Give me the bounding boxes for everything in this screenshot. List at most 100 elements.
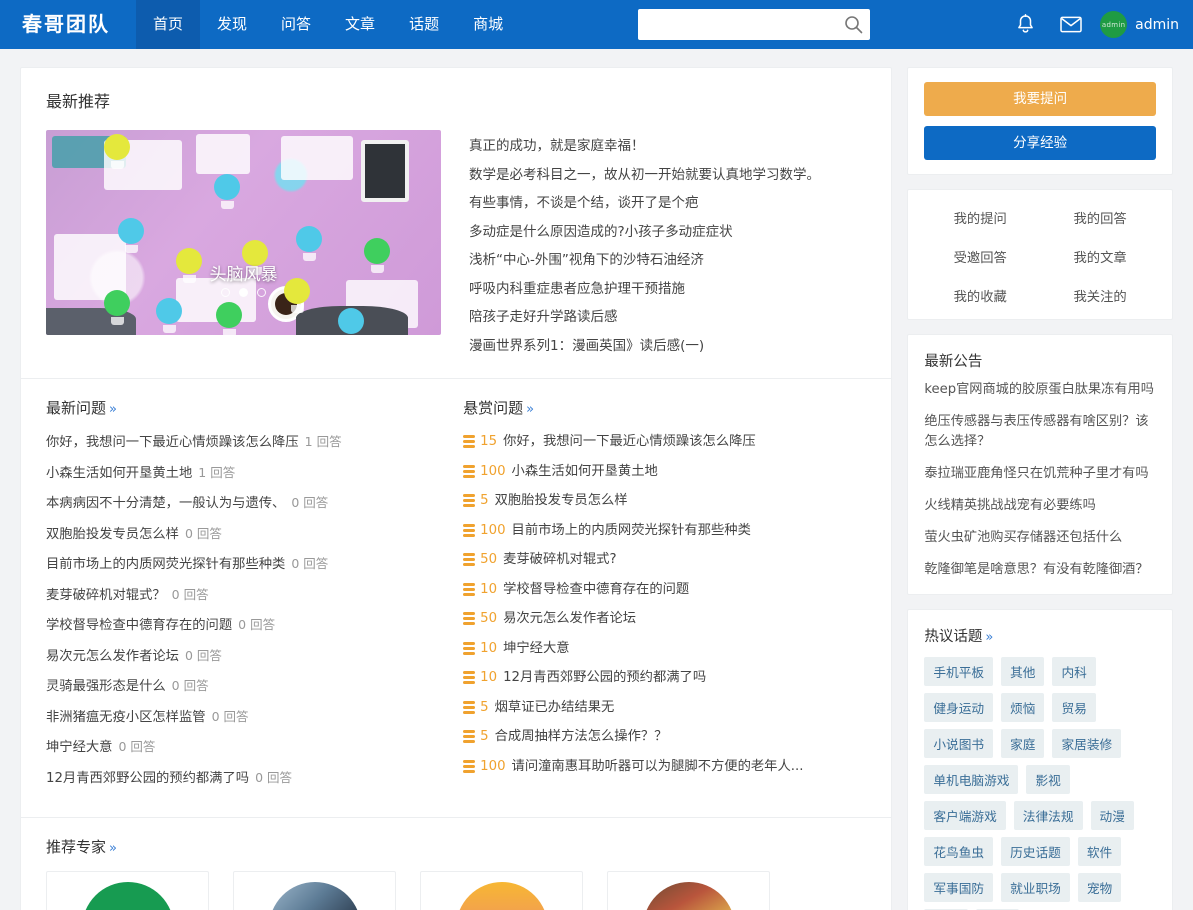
list-item[interactable]: 50 易次元怎么发作者论坛	[463, 604, 866, 634]
coin-stack-icon	[463, 700, 476, 714]
more-arrow-icon[interactable]: »	[526, 402, 534, 417]
topic-tag[interactable]: 就业职场	[1001, 873, 1070, 902]
list-item[interactable]: 50 麦芽破碎机对辊式?	[463, 545, 866, 575]
username-label: admin	[1135, 16, 1179, 33]
topic-tag[interactable]: 贸易	[1052, 693, 1096, 722]
list-item[interactable]: 绝压传感器与表压传感器有啥区别？该怎么选择？	[924, 412, 1156, 452]
list-item[interactable]: 萤火虫矿池购买存储器还包括什么	[924, 528, 1156, 548]
nav-item-discover[interactable]: 发现	[200, 0, 264, 49]
topic-tag[interactable]: 军事国防	[924, 873, 994, 902]
list-item[interactable]: 小森生活如何开垦黄土地 1 回答	[46, 458, 456, 489]
carousel-dot-1[interactable]	[221, 288, 230, 297]
hot-topics-title: 热议话题»	[924, 625, 1156, 646]
sidebar-link-invited-answers[interactable]: 受邀回答	[920, 247, 1040, 266]
expert-card[interactable]	[46, 871, 209, 910]
list-item[interactable]: keep官网商城的胶原蛋白肽果冻有用吗	[924, 380, 1156, 400]
list-item[interactable]: 5 合成周抽样方法怎么操作？？	[463, 722, 866, 752]
topic-tag[interactable]: 小说图书	[924, 729, 994, 758]
expert-card[interactable]	[607, 871, 770, 910]
list-item[interactable]: 你好，我想问一下最近心情烦躁该怎么降压 1 回答	[46, 427, 456, 458]
list-item[interactable]: 双胞胎投发专员怎么样 0 回答	[46, 519, 456, 550]
list-item[interactable]: 有些事情，不谈是个结，谈开了是个疤	[469, 189, 866, 218]
topic-tag[interactable]: 法律法规	[1013, 801, 1083, 830]
list-item[interactable]: 100 目前市场上的内质网荧光探针有那些种类	[463, 516, 866, 546]
market-avatar	[642, 882, 735, 910]
expert-card[interactable]	[420, 871, 583, 910]
list-item[interactable]: 100 小森生活如何开垦黄土地	[463, 457, 866, 487]
topic-tag[interactable]: 软件	[1077, 837, 1122, 866]
topic-tag[interactable]: 宠物	[1077, 873, 1122, 902]
list-item[interactable]: 15 你好，我想问一下最近心情烦躁该怎么降压	[463, 427, 866, 457]
list-item[interactable]: 乾隆御笔是啥意思？有没有乾隆御酒？	[924, 560, 1156, 580]
list-item[interactable]: 5 双胞胎投发专员怎么样	[463, 486, 866, 516]
answer-count: 0 回答	[211, 708, 249, 724]
topic-tag[interactable]: 家庭	[1001, 729, 1045, 758]
list-item[interactable]: 漫画世界系列1：漫画英国》读后感(一)	[469, 332, 866, 361]
list-item[interactable]: 5 烟草证已办结结果无	[463, 693, 866, 723]
topic-tag[interactable]: 花鸟鱼虫	[924, 837, 994, 866]
user-menu[interactable]: admin admin	[1100, 11, 1179, 38]
nav-item-shop[interactable]: 商城	[456, 0, 520, 49]
list-item[interactable]: 本病病因不十分清楚，一般认为与遗传、 0 回答	[46, 488, 456, 519]
list-item[interactable]: 10 12月青西郊野公园的预约都满了吗	[463, 663, 866, 693]
coin-stack-icon	[463, 523, 476, 537]
nav-item-home[interactable]: 首页	[136, 0, 201, 49]
topic-tag[interactable]: 动漫	[1090, 801, 1134, 830]
list-item[interactable]: 陪孩子走好升学路读后感	[469, 303, 866, 332]
list-item[interactable]: 多动症是什么原因造成的?小孩子多动症症状	[469, 218, 866, 247]
search-icon[interactable]	[844, 15, 863, 34]
search-input[interactable]	[638, 9, 870, 40]
list-item[interactable]: 数学是必考科目之一，故从初一开始就要认真地学习数学。	[469, 161, 866, 190]
list-item[interactable]: 火线精英挑战战宠有必要练吗	[924, 496, 1156, 516]
latest-questions-title: 最新问题»	[46, 397, 456, 418]
more-arrow-icon[interactable]: »	[109, 841, 117, 856]
list-item[interactable]: 10 学校督导检查中德育存在的问题	[463, 575, 866, 605]
list-item[interactable]: 学校督导检查中德育存在的问题 0 回答	[46, 610, 456, 641]
expert-card[interactable]	[233, 871, 396, 910]
list-item[interactable]: 非洲猪瘟无疫小区怎样监管 0 回答	[46, 702, 456, 733]
list-item[interactable]: 10 坤宁经大意	[463, 634, 866, 664]
list-item[interactable]: 泰拉瑞亚鹿角怪只在饥荒种子里才有吗	[924, 464, 1156, 484]
list-item[interactable]: 呼吸内科重症患者应急护理干预措施	[469, 275, 866, 304]
carousel-dot-2[interactable]	[239, 288, 248, 297]
list-item[interactable]: 易次元怎么发作者论坛 0 回答	[46, 641, 456, 672]
topic-tag[interactable]: 客户端游戏	[924, 801, 1006, 830]
topic-tag[interactable]: 其他	[1001, 657, 1045, 686]
share-experience-button[interactable]: 分享经验	[924, 126, 1156, 160]
envelope-icon[interactable]	[1048, 0, 1094, 49]
answer-count: 0 回答	[291, 556, 329, 571]
list-item[interactable]: 麦芽破碎机对辊式？ 0 回答	[46, 580, 456, 611]
list-item[interactable]: 12月青西郊野公园的预约都满了吗 0 回答	[46, 763, 456, 794]
more-arrow-icon[interactable]: »	[109, 402, 117, 417]
site-brand[interactable]: 春哥团队	[0, 0, 136, 49]
topic-tag[interactable]: 家居装修	[1052, 729, 1122, 758]
topic-tag[interactable]: 单机电脑游戏	[924, 765, 1019, 794]
sidebar-link-following[interactable]: 我关注的	[1040, 286, 1160, 305]
topic-tag[interactable]: 影视	[1026, 765, 1070, 794]
carousel-dot-3[interactable]	[257, 288, 266, 297]
sidebar-link-my-articles[interactable]: 我的文章	[1040, 247, 1160, 266]
list-item[interactable]: 目前市场上的内质网荧光探针有那些种类 0 回答	[46, 549, 456, 580]
sidebar-link-my-answers[interactable]: 我的回答	[1040, 208, 1160, 227]
topic-tag[interactable]: 手机平板	[924, 657, 994, 686]
sidebar-link-my-questions[interactable]: 我的提问	[920, 208, 1040, 227]
more-arrow-icon[interactable]: »	[985, 630, 993, 645]
nav-item-qa[interactable]: 问答	[264, 0, 328, 49]
ask-question-button[interactable]: 我要提问	[924, 82, 1156, 116]
nav-item-articles[interactable]: 文章	[328, 0, 392, 49]
list-item[interactable]: 灵骑最强形态是什么 0 回答	[46, 671, 456, 702]
recommend-banner[interactable]: 头脑风暴	[46, 130, 441, 335]
bell-icon[interactable]	[1002, 0, 1048, 49]
list-item[interactable]: 100 请问潼南惠耳助听器可以为腿脚不方便的老年人...	[463, 752, 866, 782]
nav-item-topics[interactable]: 话题	[392, 0, 456, 49]
list-item[interactable]: 坤宁经大意 0 回答	[46, 732, 456, 763]
topic-tag[interactable]: 健身运动	[924, 693, 994, 722]
topic-tag[interactable]: 烦恼	[1001, 693, 1045, 722]
sidebar-link-my-favorites[interactable]: 我的收藏	[920, 286, 1040, 305]
answer-count: 0 回答	[171, 586, 209, 602]
question-title: 12月青西郊野公园的预约都满了吗	[503, 670, 707, 685]
list-item[interactable]: 真正的成功，就是家庭幸福！	[469, 132, 866, 161]
list-item[interactable]: 浅析“中心-外围”视角下的沙特石油经济	[469, 246, 866, 275]
topic-tag[interactable]: 历史话题	[1001, 837, 1070, 866]
topic-tag[interactable]: 内科	[1052, 657, 1096, 686]
